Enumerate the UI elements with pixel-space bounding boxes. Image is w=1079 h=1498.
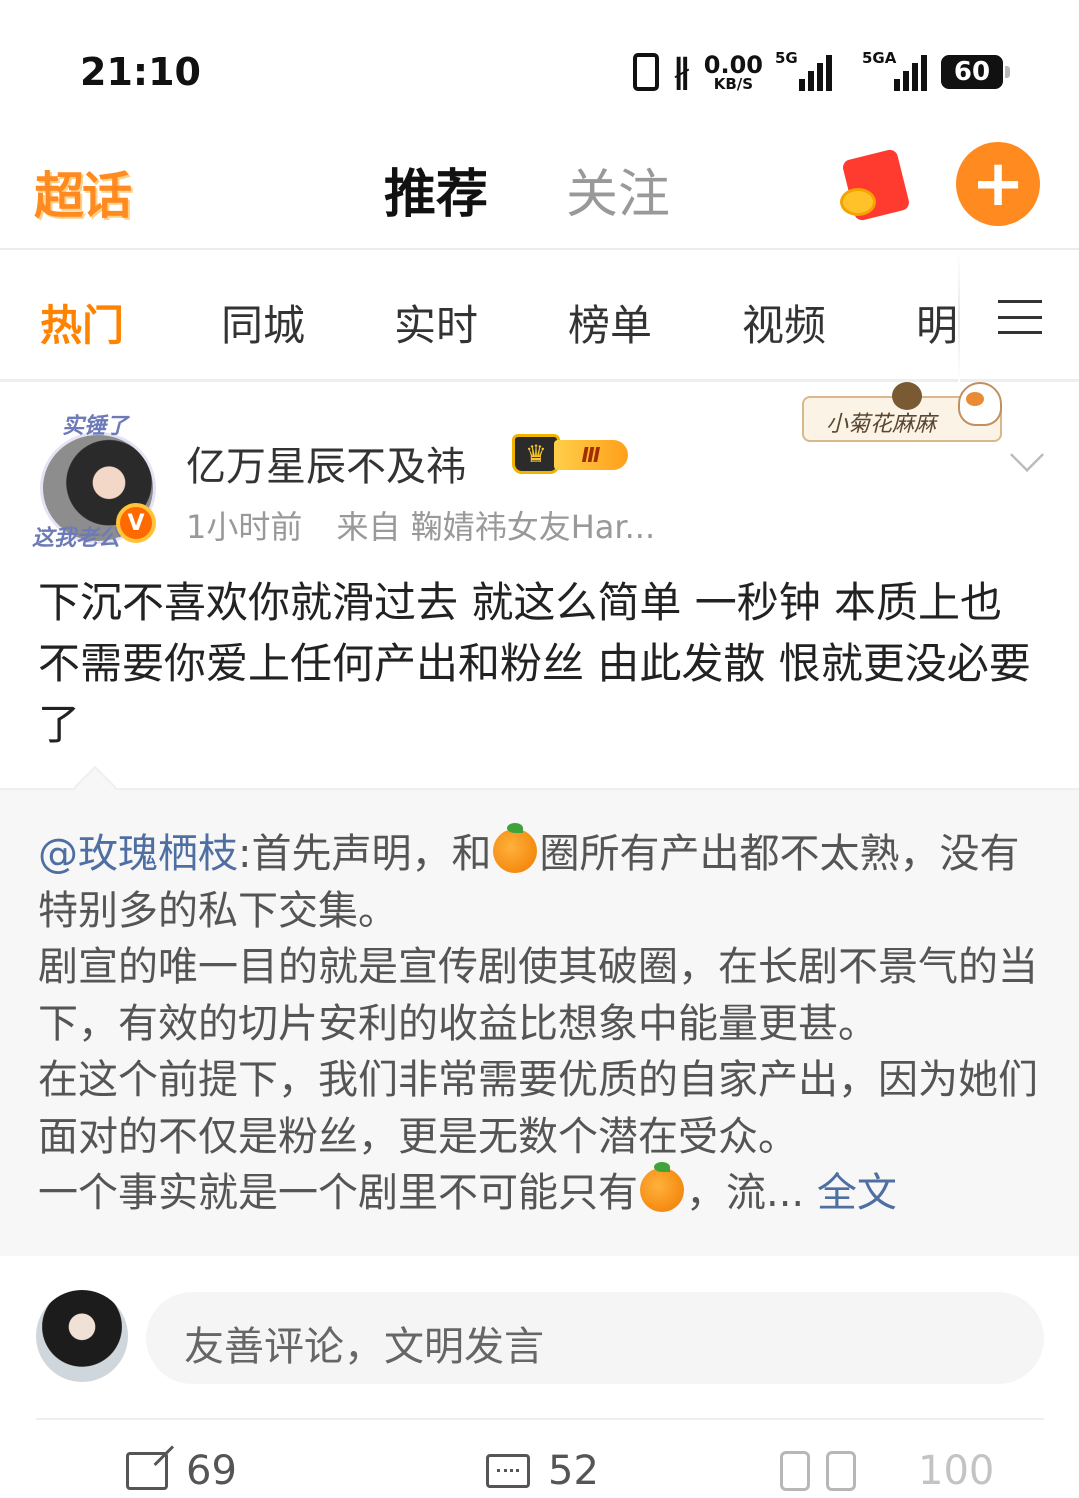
channel-star[interactable]: 明: [916, 292, 958, 353]
signal-icon: 5G: [775, 49, 832, 91]
like-icon: [780, 1451, 900, 1491]
channel-local[interactable]: 同城: [221, 292, 305, 353]
add-button[interactable]: +: [956, 142, 1040, 226]
my-avatar: [36, 1290, 128, 1382]
crown-icon: ♛: [512, 434, 560, 474]
signal-icon-2: 5GA: [862, 49, 927, 91]
action-bar: 69 52 100: [0, 1440, 1079, 1498]
tab-recommend[interactable]: 推荐: [377, 152, 491, 227]
orange-emoji-icon: [640, 1162, 684, 1212]
tab-following[interactable]: 关注: [566, 152, 670, 227]
channel-hot[interactable]: 热门: [40, 292, 124, 353]
menu-icon[interactable]: [998, 300, 1042, 334]
channel-ranking[interactable]: 榜单: [568, 292, 652, 353]
full-text-link[interactable]: 全文: [817, 1170, 897, 1216]
share-icon: [126, 1452, 168, 1490]
channel-divider: [958, 252, 960, 382]
mention-link[interactable]: @玫瑰栖枝: [38, 831, 238, 877]
decoration-card[interactable]: 小菊花麻麻: [800, 382, 1004, 450]
red-packet-icon[interactable]: [840, 148, 911, 222]
comment-input[interactable]: 友善评论，文明发言: [146, 1292, 1044, 1384]
vibrate-icon: [632, 53, 659, 91]
channel-tabs: 热门 同城 实时 榜单 视频 明: [0, 252, 1079, 382]
verified-badge-icon: V: [116, 503, 156, 543]
battery-icon: 60: [941, 55, 1010, 89]
share-button[interactable]: 69: [126, 1448, 237, 1494]
quoted-text: @玫瑰栖枝:首先声明，和 圈所有产出都不太熟，没有特别多的私下交集。 剧宣的唯一目…: [38, 823, 1038, 1216]
decoration-card-text: 小菊花麻麻: [826, 412, 937, 437]
avatar-frame-text-top: 实锤了: [62, 414, 129, 439]
top-header: 超话 推荐 关注 +: [0, 130, 1079, 250]
status-icons: ∦ 0.00 KB/S 5G 5GA 60: [632, 49, 1010, 93]
comment-placeholder: 友善评论，文明发言: [184, 1324, 544, 1370]
post-meta: 1小时前 来自 鞠婧祎女友Har...: [186, 502, 655, 548]
post-source[interactable]: 来自 鞠婧祎女友Har...: [337, 508, 656, 546]
author-name[interactable]: 亿万星辰不及祎: [186, 434, 466, 492]
like-button[interactable]: 100: [780, 1448, 994, 1494]
status-bar: 21:10 ∦ 0.00 KB/S 5G 5GA 60: [0, 0, 1079, 130]
post-time: 1小时前: [186, 508, 303, 546]
network-speed: 0.00 KB/S: [703, 50, 763, 93]
post-text[interactable]: 下沉不喜欢你就滑过去 就这么简单 一秒钟 本质上也不需要你爱上任何产出和粉丝 由…: [38, 572, 1038, 755]
share-count: 69: [186, 1448, 237, 1494]
comment-count: 52: [548, 1448, 599, 1494]
orange-emoji-icon: [493, 823, 538, 873]
divider: [36, 1418, 1044, 1420]
comment-button[interactable]: 52: [486, 1448, 599, 1494]
bluetooth-icon: ∦: [672, 52, 690, 92]
comment-icon: [486, 1454, 530, 1488]
status-time: 21:10: [80, 50, 201, 94]
avatar-frame-text-bottom: 这我老公: [32, 526, 121, 551]
channel-video[interactable]: 视频: [742, 292, 826, 353]
supertopic-logo[interactable]: 超话: [34, 156, 132, 228]
cat-icon: [958, 382, 1002, 426]
channel-realtime[interactable]: 实时: [394, 292, 478, 353]
quoted-post[interactable]: @玫瑰栖枝:首先声明，和 圈所有产出都不太熟，没有特别多的私下交集。 剧宣的唯一目…: [0, 788, 1079, 1256]
level-label: Ⅲ: [554, 440, 628, 470]
chevron-down-icon[interactable]: [1010, 438, 1044, 472]
level-badge[interactable]: ♛ Ⅲ: [512, 434, 628, 476]
like-count: 100: [918, 1448, 995, 1494]
